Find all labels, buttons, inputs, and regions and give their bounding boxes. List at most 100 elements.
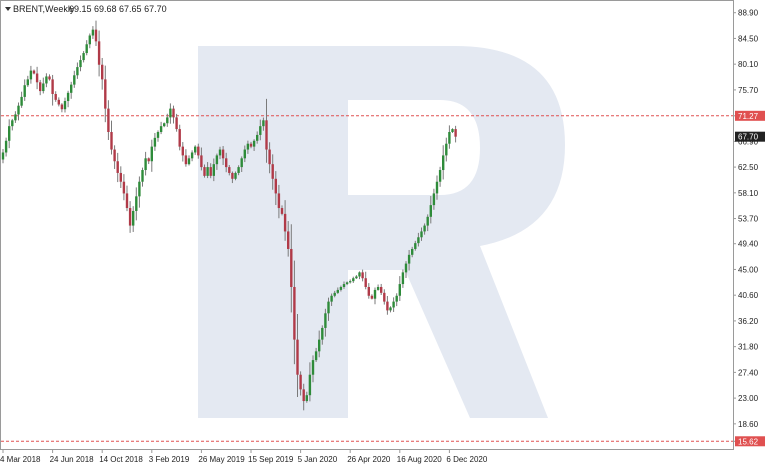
candle-body <box>32 70 36 74</box>
candle-body <box>23 85 26 97</box>
candle <box>373 287 377 305</box>
candle-body <box>339 286 343 290</box>
dropdown-triangle-icon[interactable] <box>5 7 11 11</box>
candle-body <box>259 126 262 135</box>
candle-body <box>386 301 389 311</box>
candle-body <box>29 70 33 80</box>
candle-body <box>166 117 169 124</box>
candle-body <box>349 281 352 283</box>
candle <box>156 130 160 142</box>
candle <box>401 269 405 288</box>
y-tick-label: 45.00 <box>738 265 759 274</box>
candle-body <box>336 289 339 293</box>
line-price-label: 71.27 <box>738 112 759 121</box>
candle-body <box>240 158 243 168</box>
candle <box>395 293 398 307</box>
candle <box>352 276 355 283</box>
candle <box>141 167 144 187</box>
candle-body <box>249 143 253 147</box>
candle <box>376 284 380 291</box>
candle <box>91 26 95 39</box>
candle <box>94 20 98 46</box>
candle-body <box>42 83 45 92</box>
chart-header: BRENT,Weekly 69.15 69.68 67.65 67.70 <box>5 4 167 14</box>
candle-body <box>256 134 259 141</box>
candle-body <box>45 76 48 84</box>
candle-body <box>305 395 308 402</box>
y-tick-label: 40.60 <box>738 291 759 300</box>
candle <box>85 40 88 56</box>
candle <box>97 30 101 77</box>
candle-body <box>262 120 265 127</box>
candle-body <box>11 120 14 127</box>
candle <box>181 142 184 162</box>
candle <box>35 66 39 90</box>
candle <box>361 269 364 282</box>
candle <box>438 166 442 187</box>
candle-body <box>212 164 215 176</box>
current-price-label: 67.70 <box>738 133 759 142</box>
candle-body <box>330 295 333 302</box>
x-tick-label: 6 Dec 2020 <box>446 455 487 464</box>
y-tick-label: 49.40 <box>738 240 759 249</box>
candle-body <box>324 313 327 328</box>
candle-body <box>314 351 318 361</box>
candle <box>73 70 76 88</box>
candle-body <box>101 64 104 80</box>
candle-body <box>113 149 116 162</box>
candle-body <box>268 149 271 165</box>
candle-body <box>206 167 209 176</box>
candle-body <box>156 132 160 138</box>
candle-body <box>163 123 166 127</box>
candle <box>116 152 119 183</box>
candle <box>125 185 129 212</box>
line-price-label: 15.62 <box>738 437 759 446</box>
candle-body <box>197 146 200 156</box>
y-tick-label: 75.70 <box>738 86 759 95</box>
candle-body <box>414 243 417 249</box>
candle-body <box>215 155 219 165</box>
time-axis: 4 Mar 2018 24 Jun 2018 14 Oct 2018 3 Feb 20… <box>0 449 488 464</box>
candle <box>17 102 20 121</box>
candle-body <box>364 278 367 287</box>
candle-body <box>181 146 184 156</box>
candle-body <box>150 146 153 162</box>
candle-body <box>128 208 132 226</box>
y-tick-label: 23.00 <box>738 394 759 403</box>
candle <box>445 137 448 162</box>
candle <box>48 74 51 81</box>
candle-body <box>432 193 436 206</box>
candle <box>386 296 389 315</box>
candle <box>370 294 374 300</box>
candle-body <box>122 181 126 194</box>
candle-body <box>246 143 250 150</box>
candle-body <box>392 301 395 308</box>
price-axis: 88.9084.5080.1075.7066.9062.5058.1053.70… <box>733 9 759 442</box>
candle-body <box>451 129 454 133</box>
candle-body <box>367 286 370 296</box>
candle <box>187 155 191 166</box>
candle <box>107 100 110 141</box>
candle-body <box>333 292 336 296</box>
y-tick-label: 80.10 <box>738 60 759 69</box>
candle-body <box>221 149 225 159</box>
candle-body <box>119 172 122 182</box>
candle-body <box>252 140 256 147</box>
candle-body <box>76 67 79 76</box>
x-tick-label: 4 Mar 2018 <box>0 455 41 464</box>
candle-body <box>234 172 237 179</box>
candle <box>66 90 70 108</box>
candle <box>122 174 126 201</box>
candle-body <box>280 208 284 214</box>
candle-body <box>321 327 324 340</box>
candle-body <box>91 29 95 36</box>
candle <box>60 103 64 113</box>
candle <box>70 81 73 99</box>
x-tick-label: 16 Aug 2020 <box>397 455 442 464</box>
candle-body <box>97 41 101 65</box>
candle-body <box>4 140 8 153</box>
candle-body <box>401 272 405 285</box>
candle-body <box>398 284 401 296</box>
candle <box>392 297 395 312</box>
candle <box>8 119 11 149</box>
